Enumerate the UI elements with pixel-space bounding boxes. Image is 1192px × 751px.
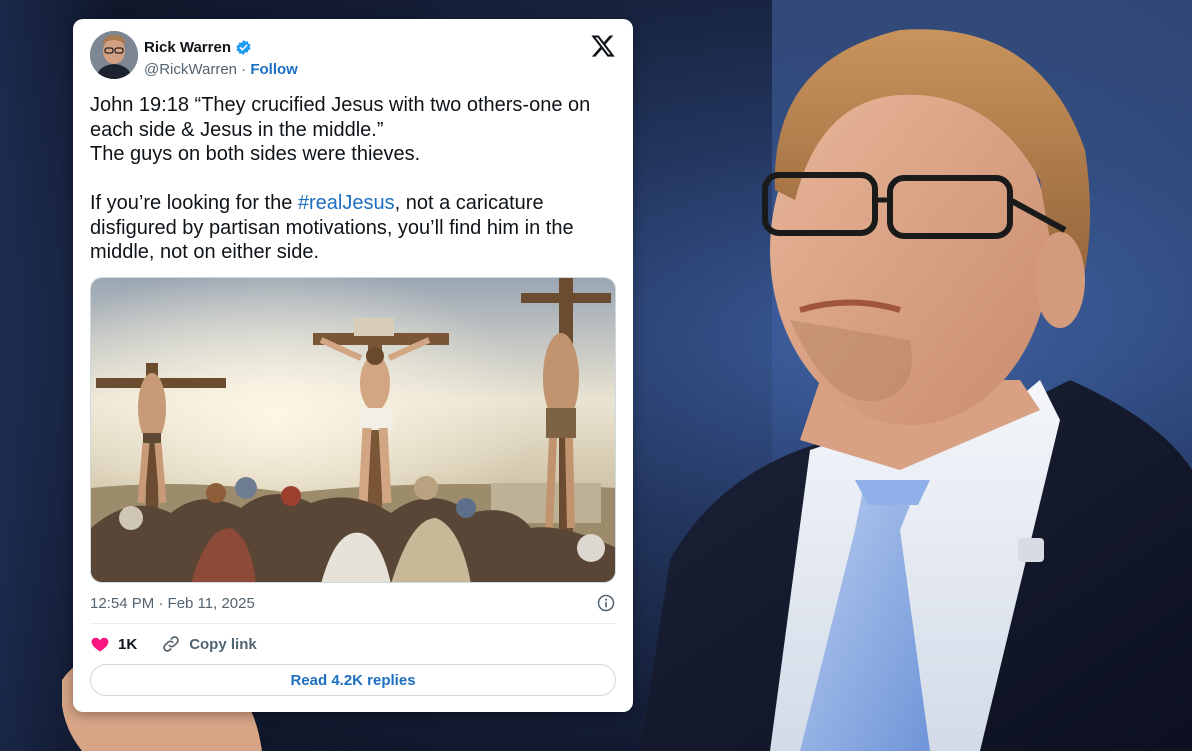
user-info: Rick Warren @RickWarren · Follow (144, 37, 298, 79)
read-replies-button[interactable]: Read 4.2K replies (90, 664, 616, 696)
copy-link-button[interactable]: Copy link (161, 634, 257, 654)
avatar-image (90, 31, 138, 79)
display-name[interactable]: Rick Warren (144, 39, 231, 56)
x-logo-icon[interactable] (590, 33, 616, 59)
man-photo (640, 29, 1192, 751)
handle-row: @RickWarren · Follow (144, 59, 298, 79)
display-name-row: Rick Warren (144, 37, 298, 57)
hashtag-link[interactable]: #realJesus (298, 192, 395, 214)
avatar[interactable] (90, 31, 138, 79)
divider (90, 623, 616, 624)
tweet-text: John 19:18 “They crucified Jesus with tw… (90, 93, 620, 265)
heart-icon (91, 637, 109, 652)
tweet-card: Rick Warren @RickWarren · Follow John 19… (73, 19, 633, 712)
separator: · (237, 60, 251, 78)
like-count: 1K (118, 635, 138, 653)
timestamp[interactable]: 12:54 PM · Feb 11, 2025 (90, 595, 255, 612)
crucifixion-painting (91, 278, 615, 582)
link-icon (163, 636, 179, 652)
copy-link-label: Copy link (189, 635, 257, 653)
follow-button[interactable]: Follow (250, 61, 298, 78)
like-button[interactable]: 1K (90, 634, 137, 654)
info-icon[interactable] (596, 593, 616, 613)
handle[interactable]: @RickWarren (144, 61, 237, 78)
timestamp-row: 12:54 PM · Feb 11, 2025 (90, 592, 616, 614)
actions-row: 1K Copy link (90, 633, 281, 655)
tweet-media[interactable] (90, 277, 616, 583)
composite-image: Rick Warren @RickWarren · Follow John 19… (0, 0, 1192, 751)
verified-badge-icon (236, 39, 251, 55)
tweet-header: Rick Warren @RickWarren · Follow (90, 31, 616, 81)
